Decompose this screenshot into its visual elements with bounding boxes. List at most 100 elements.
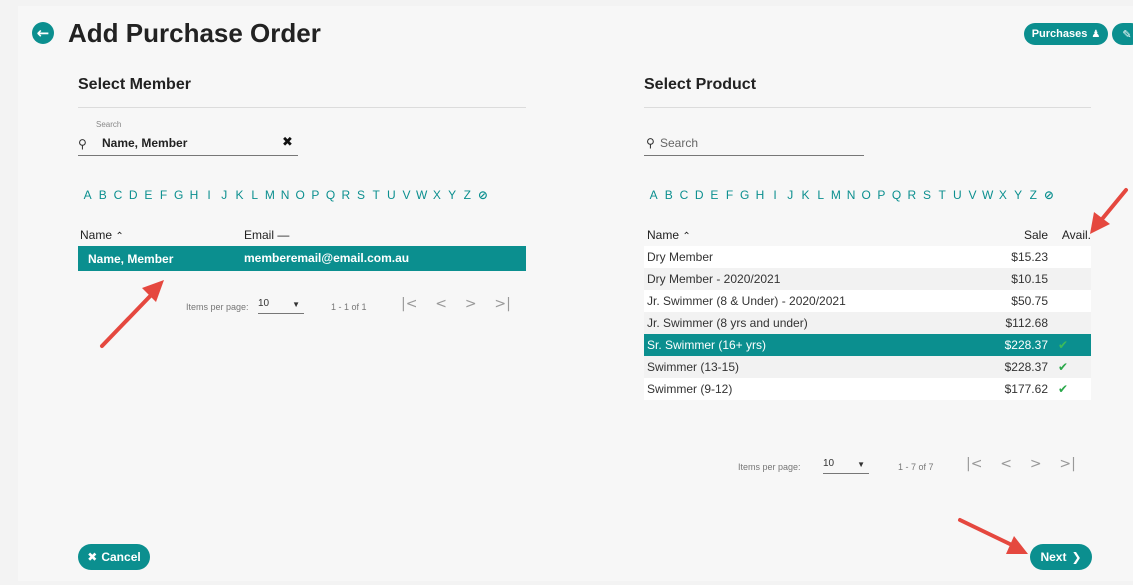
back-button[interactable]: ← [32,22,54,44]
letter-filter[interactable]: U [384,188,399,202]
next-button[interactable]: Next ❯ [1030,544,1092,570]
letter-filter[interactable]: Q [889,188,904,202]
member-col-name[interactable]: Name ⌃ [80,228,124,242]
table-row[interactable]: Swimmer (13-15) $228.37 ✔ [644,356,1091,378]
letter-filter[interactable]: E [141,188,156,202]
letter-filter[interactable]: S [919,188,934,202]
letter-filter[interactable]: W [414,188,429,202]
clear-filter-icon[interactable]: ⊘ [475,188,491,202]
letter-filter[interactable]: Z [1026,188,1041,202]
table-row[interactable]: Dry Member - 2020/2021 $10.15 [644,268,1091,290]
items-per-page-label: Items per page: [186,302,249,312]
paperclip-icon: ✎ [1122,27,1132,41]
letter-filter[interactable]: I [202,188,217,202]
clear-filter-icon[interactable]: ⊘ [1041,188,1057,202]
letter-filter[interactable]: A [646,188,661,202]
product-search-input[interactable]: ⚲ Search [644,132,864,156]
table-row[interactable]: Dry Member $15.23 [644,246,1091,268]
cancel-button[interactable]: ✖ Cancel [78,544,150,570]
product-row-sale: $177.62 [1004,382,1048,396]
letter-filter[interactable]: P [308,188,323,202]
letter-filter[interactable]: D [692,188,707,202]
letter-filter[interactable]: M [828,188,843,202]
items-per-page-label: Items per page: [738,462,801,472]
last-page-icon[interactable]: >| [1059,456,1075,472]
letter-filter[interactable]: Q [323,188,338,202]
letter-filter[interactable]: V [399,188,414,202]
letter-filter[interactable]: C [676,188,691,202]
letter-filter[interactable]: U [950,188,965,202]
letter-filter[interactable]: S [353,188,368,202]
member-col-name-label: Name [80,228,113,242]
letter-filter[interactable]: E [707,188,722,202]
items-per-page-select[interactable]: 10 ▼ [258,298,304,314]
last-page-icon[interactable]: >| [494,296,510,312]
next-label: Next [1040,550,1067,564]
letter-filter[interactable]: Y [445,188,460,202]
letter-filter[interactable]: V [965,188,980,202]
purchases-label: Purchases [1031,28,1088,40]
letter-filter[interactable]: N [277,188,292,202]
letter-filter[interactable]: K [798,188,813,202]
letter-filter[interactable]: P [874,188,889,202]
letter-filter[interactable]: O [859,188,874,202]
first-page-icon[interactable]: |< [966,456,982,472]
member-search-input[interactable]: ⚲ Name, Member ✖ [78,132,298,156]
items-per-page-select[interactable]: 10 ▼ [823,458,869,474]
letter-filter[interactable]: T [369,188,384,202]
letter-filter[interactable]: J [783,188,798,202]
product-row-sale: $228.37 [1004,338,1048,352]
next-page-icon[interactable]: > [465,296,477,312]
table-row[interactable]: Sr. Swimmer (16+ yrs) $228.37 ✔ [644,334,1091,356]
letter-filter[interactable]: D [126,188,141,202]
letter-filter[interactable]: O [293,188,308,202]
table-row[interactable]: Name, Member memberemail@email.com.au [78,246,526,271]
product-row-name: Jr. Swimmer (8 & Under) - 2020/2021 [647,294,846,308]
member-divider [78,107,526,108]
arrow-left-icon: ← [36,24,50,42]
letter-filter[interactable]: K [232,188,247,202]
product-col-avail[interactable]: Avail. [1048,228,1091,242]
annotation-arrow-member [100,280,164,348]
letter-filter[interactable]: A [80,188,95,202]
prev-page-icon[interactable]: < [1000,456,1012,472]
letter-filter[interactable]: F [722,188,737,202]
letter-filter[interactable]: X [995,188,1010,202]
table-row[interactable]: Jr. Swimmer (8 & Under) - 2020/2021 $50.7… [644,290,1091,312]
letter-filter[interactable]: R [904,188,919,202]
letter-filter[interactable]: B [95,188,110,202]
letter-filter[interactable]: H [186,188,201,202]
letter-filter[interactable]: Y [1011,188,1026,202]
attachment-button[interactable]: ✎ [1112,23,1133,45]
letter-filter[interactable]: G [737,188,752,202]
next-page-icon[interactable]: > [1030,456,1042,472]
letter-filter[interactable]: G [171,188,186,202]
product-pager-range: 1 - 7 of 7 [898,462,934,472]
product-col-name[interactable]: Name ⌃ [647,228,691,242]
letter-filter[interactable]: M [262,188,277,202]
letter-filter[interactable]: I [768,188,783,202]
letter-filter[interactable]: R [338,188,353,202]
letter-filter[interactable]: X [429,188,444,202]
letter-filter[interactable]: B [661,188,676,202]
product-col-sale[interactable]: Sale [1010,228,1048,242]
letter-filter[interactable]: L [247,188,262,202]
letter-filter[interactable]: H [752,188,767,202]
member-search-value: Name, Member [102,136,188,150]
letter-filter[interactable]: N [843,188,858,202]
letter-filter[interactable]: Z [460,188,475,202]
first-page-icon[interactable]: |< [401,296,417,312]
letter-filter[interactable]: W [980,188,995,202]
member-col-email[interactable]: Email — [244,228,289,242]
purchases-button[interactable]: Purchases ♟ [1024,23,1108,45]
table-row[interactable]: Jr. Swimmer (8 yrs and under) $112.68 [644,312,1091,334]
clear-search-icon[interactable]: ✖ [282,135,293,150]
letter-filter[interactable]: F [156,188,171,202]
letter-filter[interactable]: L [813,188,828,202]
prev-page-icon[interactable]: < [435,296,447,312]
letter-filter[interactable]: T [935,188,950,202]
table-row[interactable]: Swimmer (9-12) $177.62 ✔ [644,378,1091,400]
letter-filter[interactable]: J [217,188,232,202]
chevron-down-icon: ▼ [857,460,865,469]
letter-filter[interactable]: C [110,188,125,202]
